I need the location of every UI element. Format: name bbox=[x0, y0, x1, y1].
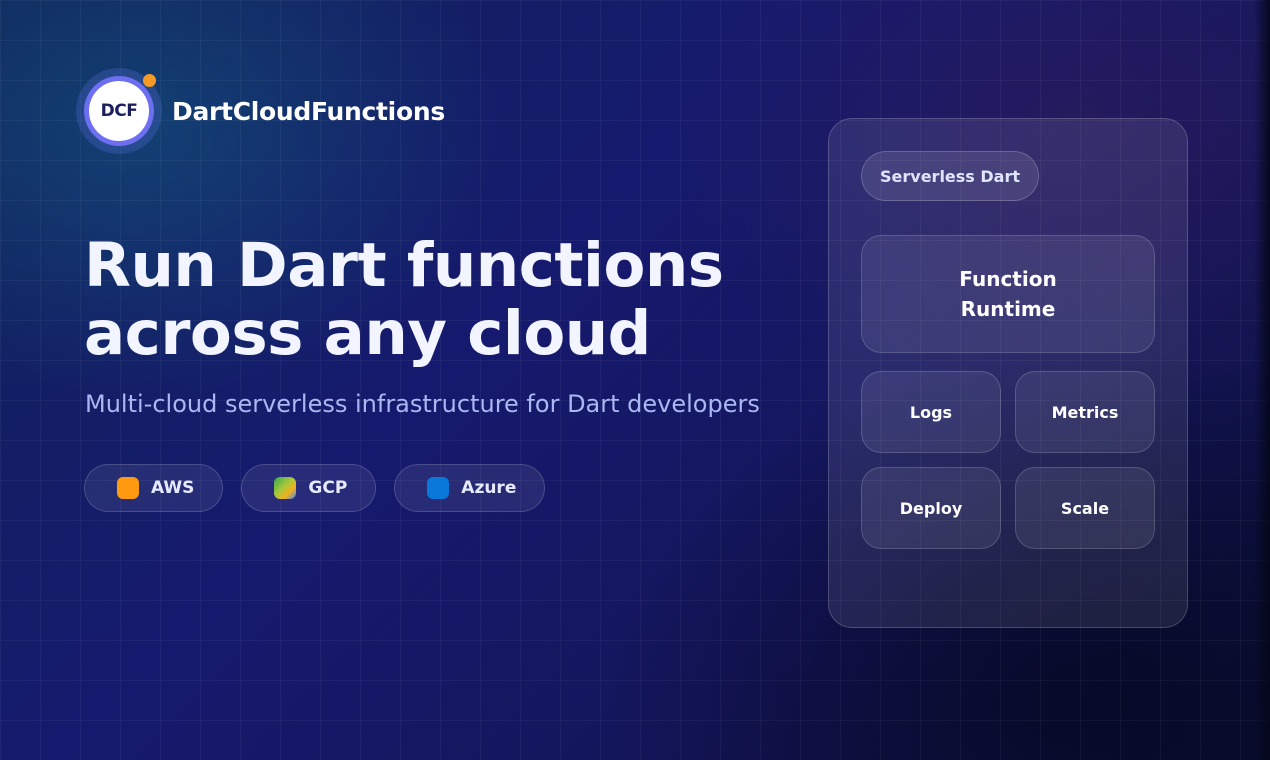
cloud-pill-label: GCP bbox=[308, 478, 348, 498]
logo-text: DCF bbox=[89, 81, 149, 141]
tile-metrics: Metrics bbox=[1015, 371, 1155, 453]
feature-panel: Serverless Dart Function Runtime Logs Me… bbox=[828, 118, 1188, 628]
gcp-icon bbox=[274, 477, 297, 499]
cloud-pill-label: Azure bbox=[461, 478, 517, 498]
brand: DCF DartCloudFunctions bbox=[76, 68, 445, 154]
cloud-pill-azure: Azure bbox=[394, 464, 546, 512]
cloud-pill-label: AWS bbox=[151, 478, 195, 498]
serverless-tag: Serverless Dart bbox=[861, 151, 1040, 201]
hero-title: Run Dart functions across any cloud bbox=[84, 230, 724, 369]
tile-scale: Scale bbox=[1015, 467, 1155, 549]
hero-banner: DCF DartCloudFunctions Run Dart function… bbox=[0, 0, 1270, 760]
hero-subtitle: Multi-cloud serverless infrastructure fo… bbox=[85, 390, 760, 418]
cloud-pill-aws: AWS bbox=[84, 464, 224, 512]
cloud-pill-gcp: GCP bbox=[241, 464, 377, 512]
tile-label: Logs bbox=[909, 402, 953, 422]
tile-logs: Logs bbox=[861, 371, 1001, 453]
tile-function-runtime: Function Runtime bbox=[861, 235, 1155, 353]
logo-ring: DCF bbox=[84, 76, 154, 146]
brand-name: DartCloudFunctions bbox=[172, 96, 445, 126]
tile-deploy: Deploy bbox=[861, 467, 1001, 549]
tile-label: Metrics bbox=[1051, 402, 1119, 422]
cloud-providers: AWS GCP Azure bbox=[84, 464, 546, 512]
tile-label: Scale bbox=[1060, 498, 1110, 518]
logo: DCF bbox=[76, 68, 162, 154]
tile-label: Function Runtime bbox=[959, 267, 1057, 321]
edge-shadow bbox=[1254, 0, 1270, 760]
aws-icon bbox=[117, 477, 139, 499]
azure-icon bbox=[427, 477, 450, 499]
status-dot-icon bbox=[143, 74, 156, 87]
tile-label: Deploy bbox=[899, 498, 963, 518]
